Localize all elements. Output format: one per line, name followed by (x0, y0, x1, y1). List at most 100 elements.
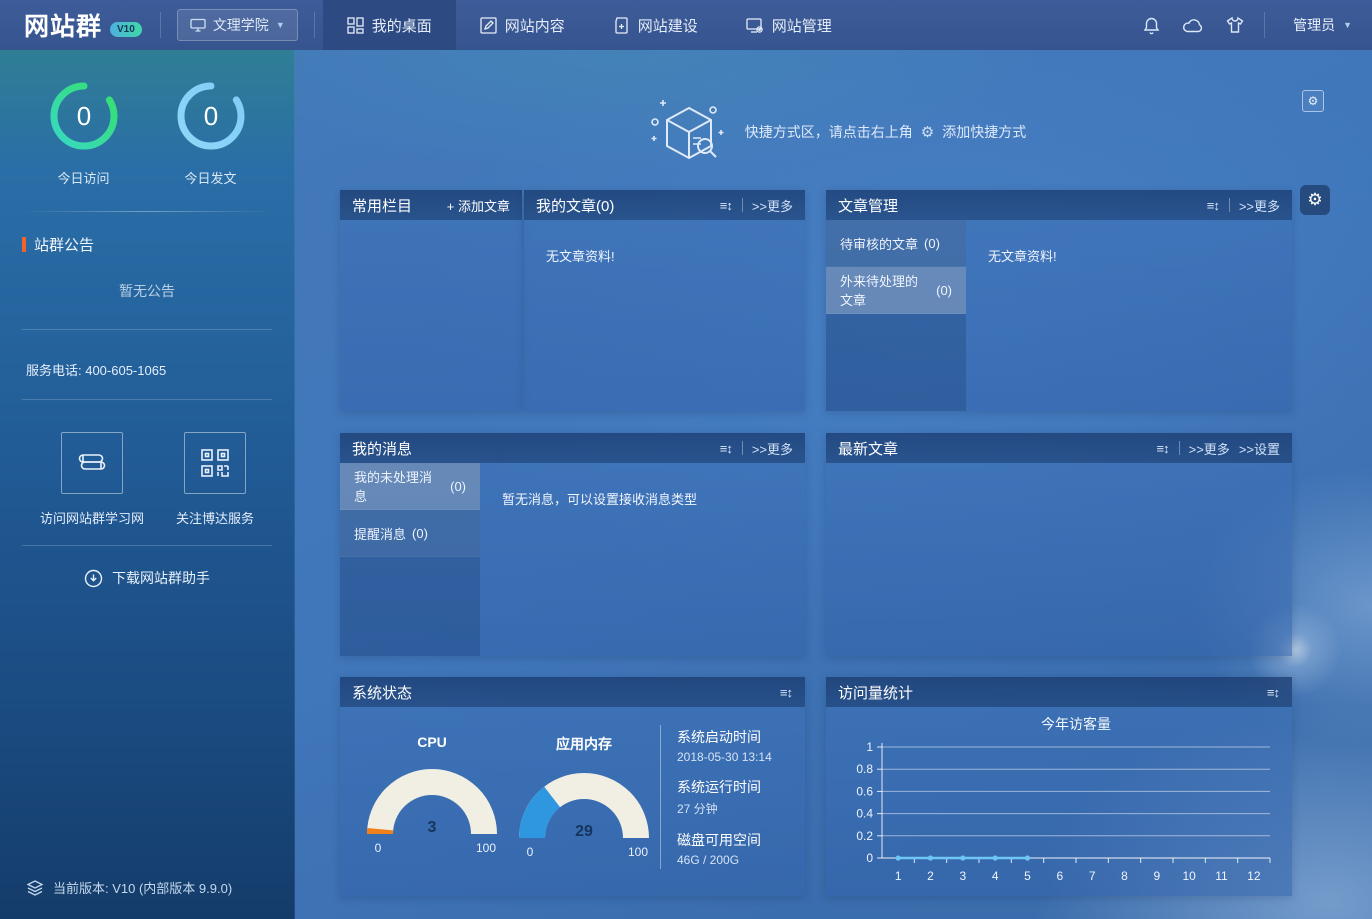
info-label: 磁盘可用空间 (677, 830, 795, 850)
svg-text:4: 4 (992, 869, 999, 883)
site-selector-dropdown[interactable]: 文理学院 ▼ (177, 9, 298, 41)
divider (314, 12, 315, 38)
desktop-settings-button[interactable]: ⚙ (1300, 185, 1330, 215)
visits-line-chart: 今年访客量00.20.40.60.81123456789101112 (830, 711, 1288, 896)
panel-title: 访问量统计 (838, 682, 913, 703)
tab-content: 无文章资料! (966, 220, 1292, 411)
panel-body (340, 220, 522, 411)
article-mgmt-tabs: 待审核的文章 (0) 外来待处理的文章 (0) (826, 220, 966, 411)
chevron-down-icon: ▼ (276, 20, 285, 30)
add-article-button[interactable]: + 添加文章 (447, 196, 510, 215)
svg-text:8: 8 (1121, 869, 1128, 883)
quick-link-label: 访问网站群学习网 (40, 508, 144, 527)
tab-pending-review[interactable]: 待审核的文章 (0) (826, 220, 966, 267)
system-info: 系统启动时间 2018-05-30 13:14 系统运行时间 27 分钟 磁盘可… (660, 725, 795, 869)
tab-label: 待审核的文章 (840, 234, 918, 253)
tab-my-desktop[interactable]: 我的桌面 (323, 0, 456, 50)
tab-external-pending[interactable]: 外来待处理的文章 (0) (826, 267, 966, 314)
tab-count: (0) (412, 526, 428, 541)
tshirt-icon (1225, 16, 1245, 34)
svg-text:5: 5 (1024, 869, 1031, 883)
hint-text-after: 添加快捷方式 (942, 122, 1026, 142)
svg-text:2: 2 (927, 869, 934, 883)
sort-icon[interactable]: ≡↕ (780, 685, 793, 700)
cloud-button[interactable] (1174, 0, 1212, 50)
svg-text:12: 12 (1247, 869, 1261, 883)
panel-visit-stats: 访问量统计 ≡↕ 今年访客量00.20.40.60.81123456789101… (826, 677, 1292, 896)
svg-text:100: 100 (476, 841, 496, 855)
divider (22, 399, 272, 400)
svg-text:1: 1 (895, 869, 902, 883)
gear-icon: ⚙ (921, 123, 934, 141)
monitor-icon (190, 18, 206, 32)
link-boda-service[interactable]: 关注博达服务 (176, 432, 254, 527)
panel-latest-articles: 最新文章 ≡↕ >>更多 >>设置 (826, 433, 1292, 656)
user-label: 管理员 (1293, 15, 1335, 35)
stat-value: 0 (203, 101, 217, 131)
tab-label: 提醒消息 (354, 524, 406, 543)
svg-text:0: 0 (375, 841, 382, 855)
gauge-CPU: CPU 3 0 100 (356, 734, 508, 860)
gauge-arc: 3 0 100 (356, 754, 508, 856)
tab-unhandled-messages[interactable]: 我的未处理消息 (0) (340, 463, 480, 510)
stat-today-visits: 0 今日访问 (46, 78, 122, 187)
sort-icon[interactable]: ≡↕ (1267, 685, 1280, 700)
accent-bar (22, 237, 26, 252)
settings-link[interactable]: >>设置 (1239, 439, 1280, 458)
tab-site-manage[interactable]: 网站管理 (722, 0, 856, 50)
sort-icon[interactable]: ≡↕ (720, 441, 733, 456)
download-icon (84, 569, 103, 588)
hint-text-before: 快捷方式区，请点击右上角 (745, 122, 913, 142)
panel-header: 系统状态 ≡↕ (340, 677, 805, 707)
theme-button[interactable] (1216, 0, 1254, 50)
version-text: 当前版本: V10 (内部版本 9.9.0) (53, 878, 232, 897)
svg-text:6: 6 (1056, 869, 1063, 883)
cloud-icon (1182, 17, 1204, 34)
svg-text:0.6: 0.6 (856, 784, 873, 798)
panel-body (826, 463, 1292, 656)
more-link[interactable]: >>更多 (752, 439, 793, 458)
shortcut-settings-button[interactable]: ⚙ (1302, 90, 1324, 112)
stat-today-posts: 0 今日发文 (173, 78, 249, 187)
divider (1179, 441, 1180, 455)
tab-site-content[interactable]: 网站内容 (456, 0, 589, 50)
tab-label: 外来待处理的文章 (840, 271, 930, 309)
tab-content: 暂无消息，可以设置接收消息类型 (480, 463, 805, 656)
layers-icon (26, 879, 44, 897)
tab-reminder-messages[interactable]: 提醒消息 (0) (340, 510, 480, 557)
notice-title-text: 站群公告 (34, 234, 94, 255)
system-gauges: CPU 3 0 100 应用内存 29 0 100 (356, 734, 660, 860)
svg-text:0.4: 0.4 (856, 807, 873, 821)
tab-site-build[interactable]: 网站建设 (589, 0, 722, 50)
svg-text:3: 3 (428, 819, 437, 836)
info-label: 系统运行时间 (677, 777, 795, 797)
sidebar: 0 今日访问 0 今日发 (0, 50, 295, 919)
service-phone: 服务电话: 400-605-1065 (0, 348, 294, 381)
svg-text:9: 9 (1153, 869, 1160, 883)
link-learning-site[interactable]: 访问网站群学习网 (40, 432, 144, 527)
notice-section-title: 站群公告 (0, 230, 294, 259)
info-value: 46G / 200G (677, 853, 795, 867)
sort-icon[interactable]: ≡↕ (1157, 441, 1170, 456)
more-link[interactable]: >>更多 (1189, 439, 1230, 458)
gauge-应用内存: 应用内存 29 0 100 (508, 734, 660, 860)
stat-label: 今日访问 (57, 168, 109, 187)
shortcut-area: 快捷方式区，请点击右上角 ⚙ 添加快捷方式 (295, 94, 1372, 170)
sort-icon[interactable]: ≡↕ (720, 198, 733, 213)
notifications-button[interactable] (1132, 0, 1170, 50)
download-assistant-link[interactable]: 下载网站群助手 (0, 564, 294, 592)
version-info: 当前版本: V10 (内部版本 9.9.0) (26, 878, 232, 897)
panel-system-status: 系统状态 ≡↕ CPU 3 0 100 应用内存 29 (340, 677, 805, 896)
edit-icon (480, 17, 497, 34)
more-link[interactable]: >>更多 (1239, 196, 1280, 215)
more-link[interactable]: >>更多 (752, 196, 793, 215)
svg-text:3: 3 (959, 869, 966, 883)
monitor-gear-icon (746, 17, 764, 34)
quick-link-label: 关注博达服务 (176, 508, 254, 527)
info-item: 系统启动时间 2018-05-30 13:14 (677, 727, 795, 764)
tab-label: 网站建设 (638, 15, 698, 36)
sort-icon[interactable]: ≡↕ (1207, 198, 1220, 213)
divider (1229, 198, 1230, 212)
user-menu[interactable]: 管理员 ▼ (1275, 15, 1352, 35)
empty-box-icon (641, 94, 727, 170)
